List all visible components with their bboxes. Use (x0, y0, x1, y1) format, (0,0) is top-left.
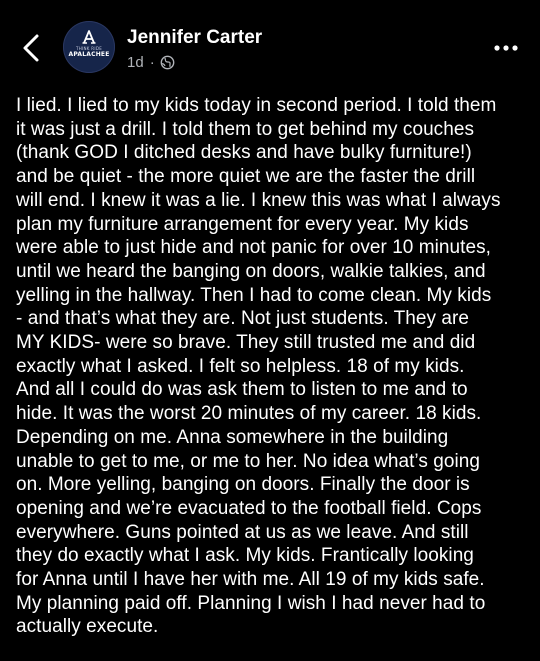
post-text-line: were able to just hide and not panic for… (16, 237, 491, 259)
post-text-line: everywhere. Guns pointed at us as we lea… (16, 521, 469, 543)
post-text-line: on. More yelling, banging on doors. Fina… (16, 474, 470, 496)
post-text-line: for Anna until I have her with me. All 1… (16, 569, 485, 591)
post-text-line: plan my furniture arrangement for every … (16, 213, 469, 235)
post-text-line: actually execute. (16, 616, 159, 638)
avatar-logo-main-text: APALACHEE (68, 51, 110, 58)
post-text-line: (thank GOD I ditched desks and have bulk… (16, 142, 472, 164)
avatar[interactable]: THINK RIDE APALACHEE (63, 21, 115, 73)
post-text-line: MY KIDS- were so brave. They still trust… (16, 332, 476, 354)
post-text-line: unable to get to me, or me to her. No id… (16, 450, 480, 472)
post-timestamp[interactable]: 1d (127, 54, 144, 71)
post-text-line: until we heard the banging on doors, wal… (16, 260, 486, 282)
post-meta: 1d · (127, 52, 175, 72)
back-button[interactable] (14, 28, 48, 68)
globe-icon[interactable] (160, 55, 175, 70)
post-text-line: it was just a drill. I told them to get … (16, 118, 475, 140)
post-text-line: My planning paid off. Planning I wish I … (16, 592, 486, 614)
post-text: I lied. I lied to my kids today in secon… (16, 94, 536, 639)
post-text-line: hide. It was the worst 20 minutes of my … (16, 403, 482, 425)
more-options-button[interactable] (490, 38, 524, 58)
post-text-line: I lied. I lied to my kids today in secon… (16, 95, 497, 116)
post-text-line: yelling in the hallway. Then I had to co… (16, 284, 492, 306)
post-text-line: Depending on me. Anna somewhere in the b… (16, 426, 449, 448)
meta-separator: · (149, 53, 155, 71)
post-text-line: they do exactly what I ask. My kids. Fra… (16, 545, 474, 567)
chevron-left-icon (23, 34, 39, 62)
author-name[interactable]: Jennifer Carter (127, 27, 262, 49)
post-text-line: opening and we’re evacuated to the footb… (16, 497, 482, 519)
post-header: THINK RIDE APALACHEE Jennifer Carter 1d … (0, 0, 540, 80)
post-text-line: - and that’s what they are. Not just stu… (16, 308, 470, 330)
post-text-line: and be quiet - the more quiet we are the… (16, 166, 476, 188)
post-text-line: exactly what I asked. I felt so helpless… (16, 355, 465, 377)
post-text-line: will end. I knew it was a lie. I knew th… (16, 189, 501, 211)
post-text-line: And all I could do was ask them to liste… (16, 379, 468, 401)
more-horizontal-icon (494, 45, 518, 51)
